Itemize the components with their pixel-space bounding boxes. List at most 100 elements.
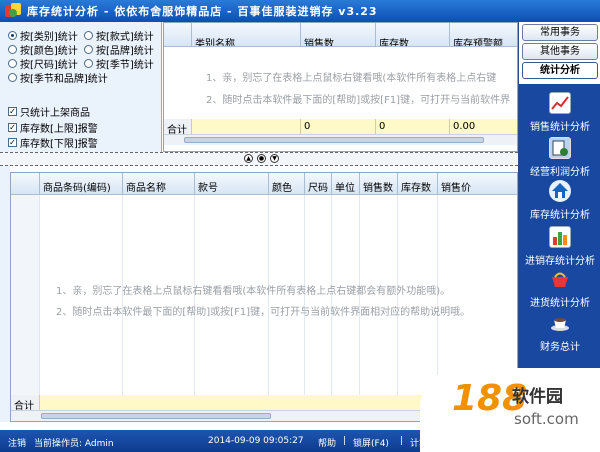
summary-horizontal-scrollbar[interactable] xyxy=(164,134,517,145)
summary-total-row: 合计 0 0 0.00 xyxy=(164,119,517,134)
nav-label: 经营利润分析 xyxy=(530,167,590,178)
radio-dot[interactable] xyxy=(84,45,93,54)
total-cell: 0 xyxy=(376,119,450,134)
collapse-up-icon[interactable]: ▲ xyxy=(244,154,253,163)
column-header[interactable]: 库存数 xyxy=(376,23,450,47)
logout-link[interactable]: 注销 xyxy=(8,436,26,449)
title-bar[interactable]: 库存统计分析 - 依依布舍服饰精品店 - 百事佳服装进销存 v3.23 xyxy=(0,0,600,22)
nav-purchase-analysis[interactable]: 进货统计分析 xyxy=(519,268,600,309)
radio-size[interactable]: 按[尺码]统计 xyxy=(8,56,78,71)
profit-report-icon xyxy=(549,137,571,159)
radio-dot[interactable] xyxy=(84,59,93,68)
column-header[interactable]: 销售数 xyxy=(360,173,398,195)
total-cell xyxy=(192,119,301,134)
row-header-corner xyxy=(164,23,192,47)
coffee-cup-icon xyxy=(549,312,571,334)
radio-style[interactable]: 按[款式]统计 xyxy=(84,28,154,43)
column-header[interactable]: 库存预警额 xyxy=(450,23,517,47)
radio-dot[interactable] xyxy=(8,45,17,54)
column-header[interactable]: 颜色 xyxy=(269,173,305,195)
total-cell: 0 xyxy=(301,119,376,134)
detail-grid-header: 商品条码(编码) 商品名称 款号 颜色 尺码 单位 销售数 库存数 销售价 xyxy=(11,173,517,195)
status-datetime: 2014-09-09 09:05:27 xyxy=(208,436,304,446)
column-header[interactable]: 类别名称 xyxy=(192,23,301,47)
radio-label: 按[类别]统计 xyxy=(20,32,78,43)
checkbox-label: 库存数[上限]报警 xyxy=(20,124,98,135)
scrollbar-thumb[interactable] xyxy=(184,137,484,143)
nav-label: 财务总计 xyxy=(540,342,580,353)
hint-right-click: 1、亲，别忘了在表格上点鼠标右键看看哦(本软件所有表格上点右键都会有额外功能哦)… xyxy=(56,286,451,297)
column-header[interactable]: 库存数 xyxy=(398,173,438,195)
check-mark-icon[interactable]: ✓ xyxy=(8,138,17,147)
hint-help-f1: 2、随时点击本软件最下面的[帮助]或按[F1]键，可打开与当前软件界 xyxy=(206,95,511,106)
radio-label: 按[尺码]统计 xyxy=(20,60,78,71)
status-divider: | xyxy=(400,436,404,446)
filter-panel: 按[类别]统计 按[款式]统计 按[颜色]统计 按[品牌]统计 按[尺码]统计 … xyxy=(0,22,162,152)
column-header[interactable]: 商品条码(编码) xyxy=(40,173,123,195)
total-label: 合计 xyxy=(11,395,40,410)
line-chart-icon xyxy=(549,92,571,114)
radio-dot[interactable] xyxy=(8,73,17,82)
summary-grid[interactable]: 类别名称 销售数 库存数 库存预警额 1、亲，别忘了在表格上点鼠标右键看哦(本软… xyxy=(163,22,518,152)
scrollbar-thumb[interactable] xyxy=(41,413,271,419)
checkbox-upper-limit-alarm[interactable]: ✓ 库存数[上限]报警 xyxy=(8,120,98,135)
radio-season[interactable]: 按[季节]统计 xyxy=(84,56,154,71)
radio-label: 按[款式]统计 xyxy=(96,32,154,43)
left-margin xyxy=(0,166,10,422)
checkbox-lower-limit-alarm[interactable]: ✓ 库存数[下限]报警 xyxy=(8,135,98,150)
hint-right-click: 1、亲，别忘了在表格上点鼠标右键看哦(本软件所有表格上点右键 xyxy=(206,73,497,84)
radio-dot[interactable] xyxy=(84,31,93,40)
checkbox-on-shelf-only[interactable]: ✓ 只统计上架商品 xyxy=(8,104,90,119)
checkbox-label: 只统计上架商品 xyxy=(20,108,90,119)
nav-label: 库存统计分析 xyxy=(530,210,590,221)
column-header[interactable]: 商品名称 xyxy=(123,173,195,195)
tab-common-tasks[interactable]: 常用事务 xyxy=(522,24,598,41)
radio-label: 按[季节]统计 xyxy=(96,60,154,71)
column-header[interactable]: 款号 xyxy=(195,173,269,195)
check-mark-icon[interactable]: ✓ xyxy=(8,107,17,116)
nav-label: 进销存统计分析 xyxy=(525,256,595,267)
column-header[interactable]: 销售数 xyxy=(301,23,376,47)
column-header[interactable]: 尺码 xyxy=(305,173,332,195)
bar-chart-icon xyxy=(549,226,571,248)
status-divider: | xyxy=(343,436,347,446)
tab-statistics[interactable]: 统计分析 xyxy=(522,62,598,79)
radio-brand[interactable]: 按[品牌]统计 xyxy=(84,42,154,57)
radio-season-brand[interactable]: 按[季节和品牌]统计 xyxy=(8,70,108,85)
radio-label: 按[颜色]统计 xyxy=(20,46,78,57)
nav-finance-summary[interactable]: 财务总计 xyxy=(519,312,600,353)
house-icon xyxy=(549,180,571,202)
summary-grid-header: 类别名称 销售数 库存数 库存预警额 xyxy=(164,23,517,47)
site-watermark: 188 软件园 soft.com xyxy=(420,368,600,452)
check-mark-icon[interactable]: ✓ xyxy=(8,123,17,132)
collapse-down-icon[interactable]: ▼ xyxy=(270,154,279,163)
row-header-corner xyxy=(11,173,40,195)
nav-purchase-sales-inventory-analysis[interactable]: 进销存统计分析 xyxy=(519,226,600,267)
nav-label: 进货统计分析 xyxy=(530,298,590,309)
total-cell: 0.00 xyxy=(450,119,517,134)
help-link[interactable]: 帮助 xyxy=(318,436,336,449)
nav-label: 销售统计分析 xyxy=(530,122,590,133)
tab-other-tasks[interactable]: 其他事务 xyxy=(522,43,598,60)
basket-icon xyxy=(549,268,571,290)
radio-label: 按[品牌]统计 xyxy=(96,46,154,57)
nav-sales-analysis[interactable]: 销售统计分析 xyxy=(519,92,600,133)
watermark-url: soft.com xyxy=(514,410,579,428)
nav-profit-analysis[interactable]: 经营利润分析 xyxy=(519,137,600,178)
radio-color[interactable]: 按[颜色]统计 xyxy=(8,42,78,57)
restore-icon[interactable]: ● xyxy=(257,154,266,163)
radio-category[interactable]: 按[类别]统计 xyxy=(8,28,78,43)
total-label: 合计 xyxy=(164,119,192,134)
app-logo-icon xyxy=(5,3,21,19)
nav-inventory-analysis[interactable]: 库存统计分析 xyxy=(519,180,600,221)
hint-help-f1: 2、随时点击本软件最下面的[帮助]或按[F1]键，可打开与当前软件界面相对应的帮… xyxy=(56,307,471,318)
window-title: 库存统计分析 - 依依布舍服饰精品店 - 百事佳服装进销存 v3.23 xyxy=(27,5,378,18)
radio-dot[interactable] xyxy=(8,31,17,40)
watermark-name: 软件园 xyxy=(512,387,563,407)
column-header[interactable]: 销售价 xyxy=(438,173,517,195)
column-header[interactable]: 单位 xyxy=(332,173,360,195)
lock-screen-link[interactable]: 锁屏(F4) xyxy=(353,436,389,449)
radio-label: 按[季节和品牌]统计 xyxy=(20,74,108,85)
panel-splitter[interactable]: ▲ ● ▼ xyxy=(0,152,518,166)
radio-dot[interactable] xyxy=(8,59,17,68)
